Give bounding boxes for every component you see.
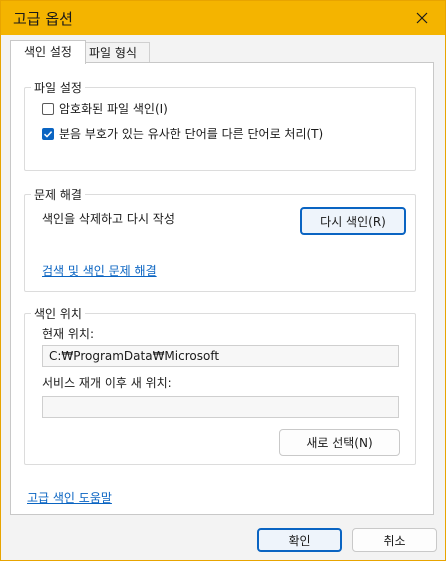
- troubleshoot-link[interactable]: 검색 및 색인 문제 해결: [42, 262, 157, 279]
- file-settings-legend: 파일 설정: [34, 81, 82, 95]
- advanced-options-dialog: 고급 옵션 색인 설정 파일 형식 파일 설정 암호화된 파일 색인(I) 분음…: [0, 0, 446, 561]
- current-location-label: 현재 위치:: [42, 327, 95, 341]
- encrypted-files-checkbox[interactable]: [42, 102, 54, 115]
- diacritics-checkbox[interactable]: [42, 127, 54, 140]
- tab-strip: 색인 설정 파일 형식: [10, 40, 430, 64]
- title-bar: 고급 옵션: [1, 1, 445, 35]
- diacritics-option[interactable]: 분음 부호가 있는 유사한 단어를 다른 단어로 처리(T): [42, 125, 323, 142]
- current-location-field: C:₩ProgramData₩Microsoft: [42, 345, 399, 367]
- index-location-legend: 색인 위치: [34, 307, 82, 321]
- rebuild-button[interactable]: 다시 색인(R): [300, 207, 406, 235]
- close-icon: [416, 12, 428, 24]
- diacritics-label: 분음 부호가 있는 유사한 단어를 다른 단어로 처리(T): [59, 127, 324, 141]
- cancel-button[interactable]: 취소: [352, 528, 437, 552]
- new-location-label: 서비스 재개 이후 새 위치:: [42, 376, 172, 390]
- tab-file-types[interactable]: 파일 형식: [76, 42, 150, 63]
- tab-index-settings[interactable]: 색인 설정: [10, 40, 86, 64]
- encrypted-files-label: 암호화된 파일 색인(I): [59, 102, 168, 116]
- ok-button[interactable]: 확인: [257, 528, 342, 552]
- checkmark-icon: [43, 130, 53, 138]
- troubleshooting-legend: 문제 해결: [34, 188, 82, 202]
- dialog-title: 고급 옵션: [13, 10, 73, 28]
- indexing-help-link[interactable]: 고급 색인 도움말: [27, 489, 112, 506]
- close-button[interactable]: [399, 1, 445, 35]
- new-location-field: [42, 396, 399, 418]
- rebuild-description: 색인을 삭제하고 다시 작성: [42, 212, 175, 226]
- encrypted-files-option[interactable]: 암호화된 파일 색인(I): [42, 100, 168, 117]
- select-new-location-button[interactable]: 새로 선택(N): [279, 429, 400, 456]
- tab-panel: 파일 설정 암호화된 파일 색인(I) 분음 부호가 있는 유사한 단어를 다른…: [10, 62, 434, 515]
